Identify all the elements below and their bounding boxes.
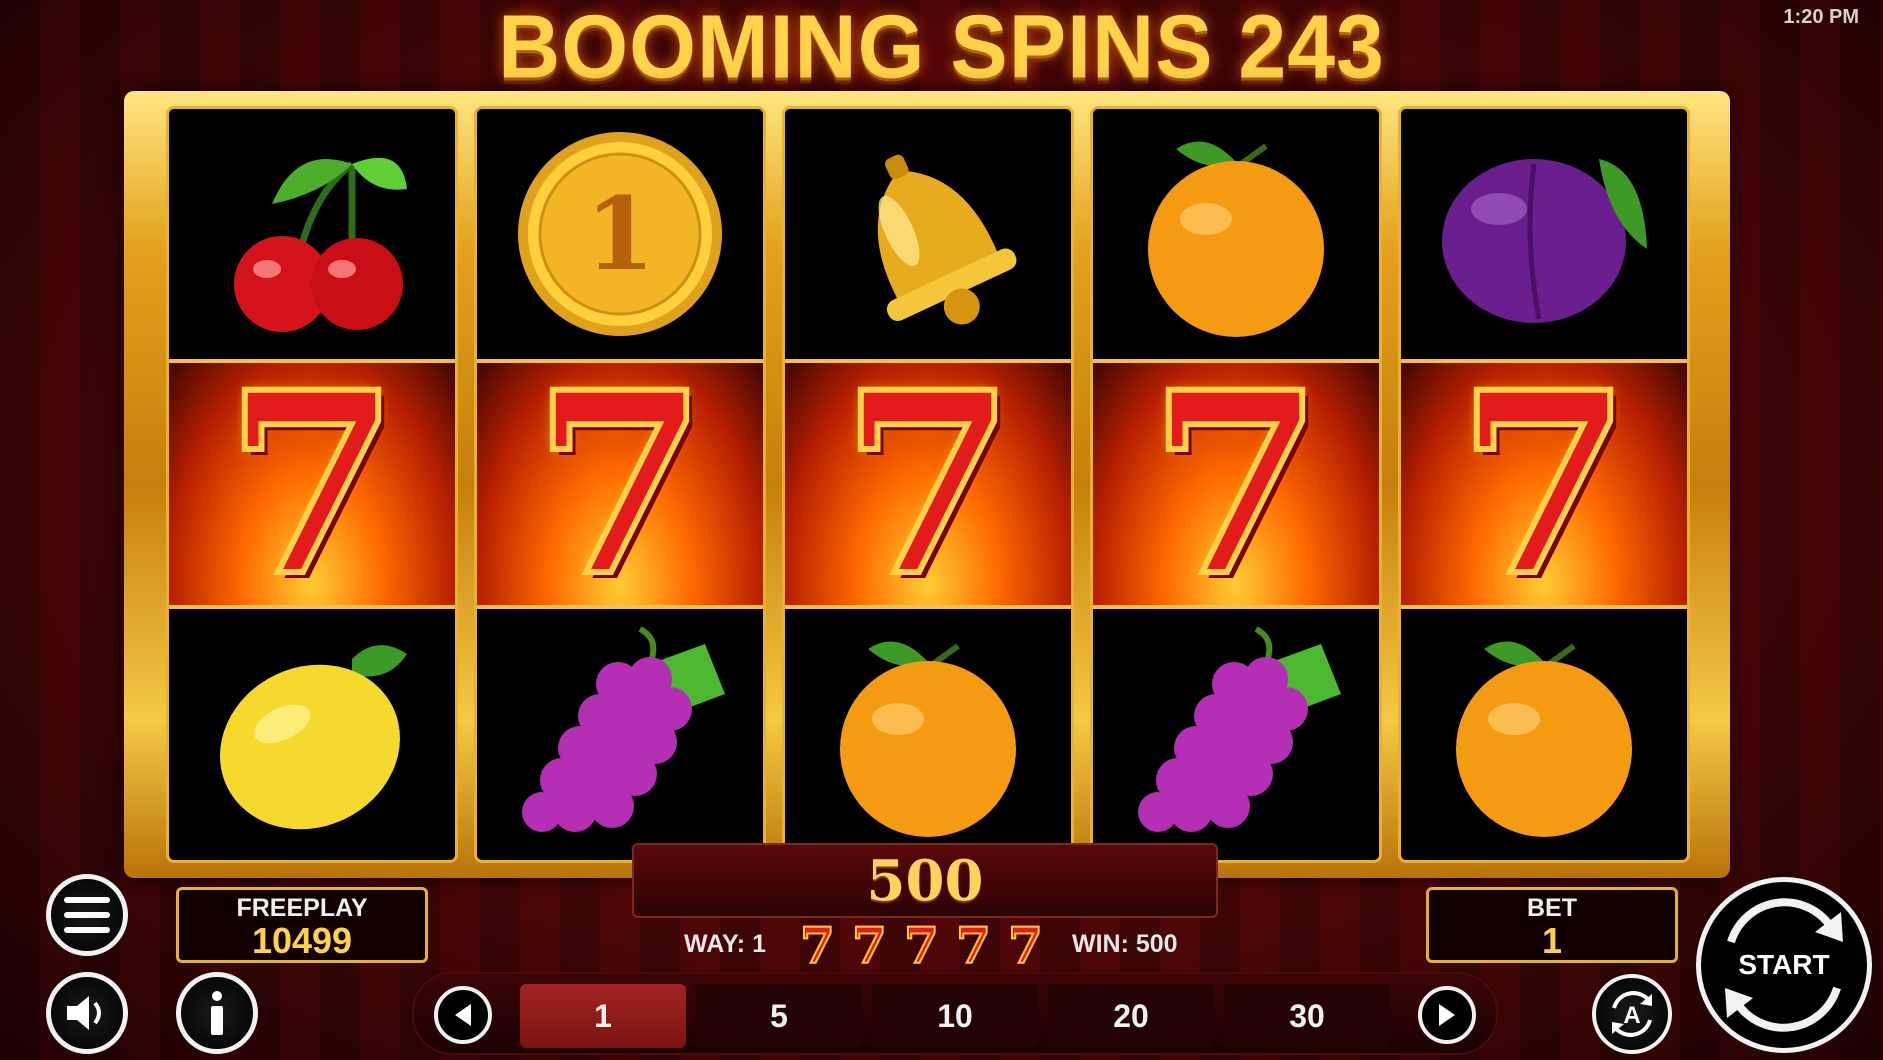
orange-icon <box>1456 641 1632 837</box>
win-amount-display: 500 <box>632 843 1218 918</box>
cherries-icon <box>234 157 407 332</box>
reel-2: 1 7 <box>474 106 766 863</box>
symbol-grapes <box>1093 609 1379 859</box>
speaker-icon <box>67 996 101 1030</box>
symbol-cherries <box>169 109 455 359</box>
seven-symbol: 7 <box>1146 337 1326 631</box>
autoplay-button[interactable]: A <box>1592 974 1672 1054</box>
arrow-left-icon <box>455 1004 471 1026</box>
reels: 7 1 7 7 7 7 <box>166 106 1690 863</box>
reel-4: 7 <box>1090 106 1382 863</box>
bet-option-30[interactable]: 30 <box>1224 984 1390 1048</box>
autoplay-icon: A <box>1612 991 1652 1037</box>
bet-option-5[interactable]: 5 <box>696 984 862 1048</box>
coin-icon: 1 <box>518 132 722 336</box>
bet-option-1[interactable]: 1 <box>520 984 686 1048</box>
bell-icon <box>877 154 1017 325</box>
info-button[interactable] <box>176 972 258 1054</box>
symbol-seven: 7 <box>1093 337 1379 631</box>
symbol-orange <box>785 609 1071 859</box>
win-symbol: 7 <box>851 916 888 975</box>
seven-symbol: 7 <box>222 337 402 631</box>
menu-button[interactable] <box>46 874 128 956</box>
start-label: START <box>1738 949 1830 980</box>
way-label: WAY: 1 <box>684 930 766 958</box>
lemon-icon <box>220 645 407 830</box>
symbol-coin: 1 <box>477 109 763 359</box>
bet-selector: 1 5 10 20 30 <box>412 972 1498 1055</box>
orange-icon <box>1148 141 1324 337</box>
win-symbol: 7 <box>903 916 940 975</box>
grapes-icon <box>522 626 725 832</box>
plum-icon <box>1442 159 1647 323</box>
seven-symbol: 7 <box>1454 337 1634 631</box>
bet-prev-button[interactable] <box>434 986 492 1044</box>
bet-next-button[interactable] <box>1418 986 1476 1044</box>
arrow-right-icon <box>1439 1004 1455 1026</box>
menu-icon <box>64 897 110 933</box>
symbol-seven: 7 <box>477 337 763 631</box>
balance-label: FREEPLAY <box>236 894 368 922</box>
bet-value: 1 <box>1541 920 1563 961</box>
symbol-plum <box>1401 109 1687 359</box>
win-symbol: 7 <box>799 916 836 975</box>
bet-option-10[interactable]: 10 <box>872 984 1038 1048</box>
bet-box: BET 1 <box>1426 887 1678 963</box>
symbol-seven: 7 <box>169 337 455 631</box>
orange-icon <box>840 641 1016 837</box>
coin-value: 1 <box>585 175 655 293</box>
win-symbol: 7 <box>955 916 992 975</box>
symbol-orange <box>1401 609 1687 859</box>
sound-button[interactable] <box>46 972 128 1054</box>
symbol-bell <box>785 109 1071 359</box>
start-button[interactable]: START <box>1696 877 1872 1053</box>
game-title: BOOMING SPINS 243 <box>498 0 1385 98</box>
balance-box: FREEPLAY 10499 <box>176 887 428 963</box>
info-icon <box>211 991 223 1035</box>
reel-3: 7 <box>782 106 1074 863</box>
reel-5: 7 <box>1398 106 1690 863</box>
symbol-orange <box>1093 109 1379 359</box>
balance-value: 10499 <box>251 920 353 961</box>
symbol-lemon <box>169 609 455 859</box>
win-symbol: 7 <box>1007 916 1044 975</box>
seven-symbol: 7 <box>530 337 710 631</box>
bet-label: BET <box>1527 894 1577 922</box>
symbol-grapes <box>477 609 763 859</box>
win-label: WIN: 500 <box>1072 930 1178 958</box>
bet-option-20[interactable]: 20 <box>1048 984 1214 1048</box>
symbol-seven: 7 <box>785 337 1071 631</box>
reel-1: 7 <box>166 106 458 863</box>
autoplay-label: A <box>1623 1002 1640 1029</box>
seven-symbol: 7 <box>838 337 1018 631</box>
grapes-icon <box>1138 626 1341 832</box>
win-line-info: WAY: 1 7 7 7 7 7 WIN: 500 <box>632 916 1218 975</box>
symbol-seven: 7 <box>1401 337 1687 631</box>
